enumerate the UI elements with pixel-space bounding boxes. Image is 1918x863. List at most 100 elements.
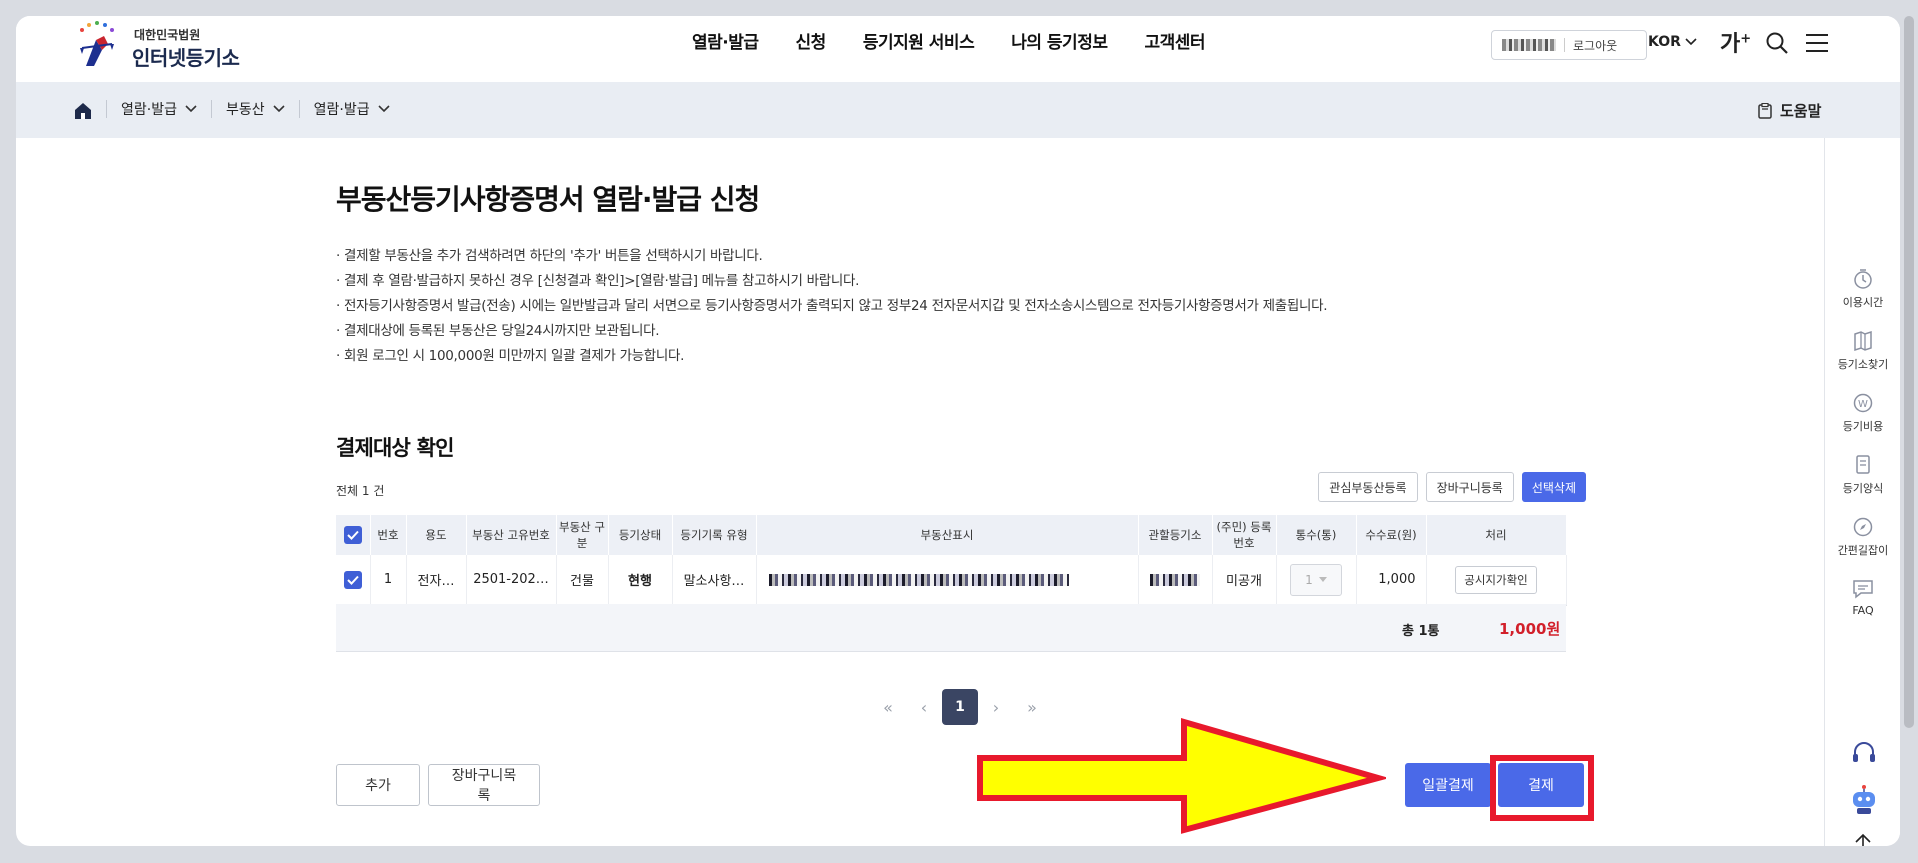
quick-item-guide[interactable]: 간편길잡이 xyxy=(1825,516,1900,558)
col-header-office: 관할등기소 xyxy=(1138,515,1213,555)
bulk-pay-button[interactable]: 일괄결제 xyxy=(1405,763,1491,807)
headset-icon[interactable] xyxy=(1851,740,1877,766)
site-logo[interactable]: 대한민국법원 인터넷등기소 xyxy=(72,18,272,74)
quick-item-hours[interactable]: 이용시간 xyxy=(1825,268,1900,310)
total-count: 전체 1 건 xyxy=(336,484,385,498)
quick-item-faq[interactable]: FAQ xyxy=(1825,578,1900,617)
cell-no: 1 xyxy=(370,555,407,606)
nav-support[interactable]: 등기지원 서비스 xyxy=(863,28,975,53)
cell-property-type: 건물 xyxy=(556,555,609,606)
cart-list-button[interactable]: 장바구니목록 xyxy=(428,764,540,806)
cell-unique-no: 2501-202… xyxy=(466,555,557,606)
select-all-checkbox[interactable] xyxy=(343,526,362,544)
delete-selected-button[interactable]: 선택삭제 xyxy=(1521,472,1586,502)
cell-action: 공시지가확인 xyxy=(1426,555,1567,606)
breadcrumb: 열람·발급 부동산 열람·발급 xyxy=(106,100,404,118)
search-icon[interactable] xyxy=(1764,30,1790,56)
quick-item-find-office[interactable]: 등기소찾기 xyxy=(1825,330,1900,372)
user-box: 로그아웃 xyxy=(1491,30,1647,60)
check-icon xyxy=(347,530,359,540)
breadcrumb-item-view-issue[interactable]: 열람·발급 xyxy=(106,100,211,118)
notice-item: · 전자등기사항증명서 발급(전송) 시에는 일반발급과 달리 서면으로 등기사… xyxy=(336,298,1328,314)
page-scrollbar[interactable] xyxy=(1904,16,1914,728)
quick-label: FAQ xyxy=(1852,604,1874,617)
nav-apply[interactable]: 신청 xyxy=(796,28,827,53)
notice-item: · 결제대상에 등록된 부동산은 당일24시까지만 보관됩니다. xyxy=(336,323,660,339)
cell-property-desc xyxy=(756,555,1139,606)
help-button[interactable]: 도움말 xyxy=(1758,100,1821,121)
chat-bubble-icon xyxy=(1853,580,1873,599)
summary-amount: 1,000원 xyxy=(1499,620,1561,638)
document-icon xyxy=(1758,102,1772,119)
check-land-price-button[interactable]: 공시지가확인 xyxy=(1455,565,1537,594)
breadcrumb-item-view-issue-2[interactable]: 열람·발급 xyxy=(298,100,404,118)
payment-target-table: 번호 용도 부동산 고유번호 부동산 구분 등기상태 등기기록 유형 부동산표시… xyxy=(336,515,1567,606)
notice-item: · 결제 후 열람·발급하지 못하신 경우 [신청결과 확인]>[열람·발급] … xyxy=(336,273,860,289)
select-all-cell xyxy=(336,515,371,555)
quick-label: 등기비용 xyxy=(1842,420,1884,433)
hamburger-menu-icon[interactable] xyxy=(1804,30,1830,56)
breadcrumb-label: 부동산 xyxy=(225,102,265,118)
chatbot-robot-icon[interactable] xyxy=(1849,784,1879,816)
cell-reg-no: 미공개 xyxy=(1212,555,1277,606)
col-header-registry-state: 등기상태 xyxy=(608,515,673,555)
quick-item-cost[interactable]: W 등기비용 xyxy=(1825,392,1900,434)
cell-qty: 1 xyxy=(1276,555,1357,606)
home-icon[interactable] xyxy=(74,102,92,120)
language-label: KOR xyxy=(1648,34,1681,50)
logo-subtitle: 대한민국법원 xyxy=(134,28,201,42)
map-book-icon xyxy=(1854,330,1872,352)
summary-count: 총 1통 xyxy=(1402,624,1440,639)
nav-view-issue[interactable]: 열람·발급 xyxy=(692,28,759,53)
add-favorite-property-button[interactable]: 관심부동산등록 xyxy=(1318,472,1418,502)
row-checkbox[interactable] xyxy=(343,570,362,589)
scroll-top-arrow-icon[interactable] xyxy=(1853,832,1873,846)
quantity-select[interactable]: 1 xyxy=(1290,563,1342,596)
col-header-reg-no: (주민) 등록번호 xyxy=(1212,515,1277,555)
won-coin-icon: W xyxy=(1853,393,1873,413)
row-select-cell xyxy=(336,555,371,606)
col-header-use: 용도 xyxy=(406,515,467,555)
compass-icon xyxy=(1853,517,1873,537)
browser-window: 대한민국법원 인터넷등기소 열람·발급 신청 등기지원 서비스 나의 등기정보 … xyxy=(16,16,1900,846)
font-size-button[interactable]: 가+ xyxy=(1720,26,1751,58)
add-to-cart-button[interactable]: 장바구니등록 xyxy=(1425,472,1514,502)
table-row: 1 전자… 2501-202… 건물 현행 말소사항… 미공개 1 1,000 … xyxy=(336,555,1567,606)
add-button[interactable]: 추가 xyxy=(336,764,420,806)
col-header-property-desc: 부동산표시 xyxy=(756,515,1139,555)
cell-fee: 1,000 xyxy=(1356,555,1427,606)
cell-registry-state: 현행 xyxy=(608,555,673,606)
chevron-down-icon xyxy=(185,105,197,113)
table-summary-row: 총 1통 1,000원 xyxy=(336,604,1566,652)
font-size-label: 가 xyxy=(1720,32,1741,57)
page-current[interactable]: 1 xyxy=(942,689,978,725)
col-header-qty: 통수(통) xyxy=(1276,515,1357,555)
main-content: 부동산등기사항증명서 열람·발급 신청 · 결제할 부동산을 추가 검색하려면 … xyxy=(336,138,1594,846)
col-header-fee: 수수료(원) xyxy=(1356,515,1427,555)
logout-button[interactable]: 로그아웃 xyxy=(1573,37,1617,54)
quick-menu: 이용시간 등기소찾기 W 등기비용 등기양식 간편길잡이 FAQ xyxy=(1824,138,1900,846)
form-document-icon xyxy=(1856,455,1870,474)
page-first-button[interactable]: « xyxy=(870,689,906,725)
pay-button[interactable]: 결제 xyxy=(1498,763,1584,807)
masked-office xyxy=(1150,573,1200,586)
col-header-unique-no: 부동산 고유번호 xyxy=(466,515,557,555)
chevron-down-icon xyxy=(378,105,390,113)
notice-item: · 회원 로그인 시 100,000원 미만까지 일괄 결제가 가능합니다. xyxy=(336,348,685,364)
chevron-down-icon xyxy=(273,105,285,113)
quick-label: 등기소찾기 xyxy=(1837,358,1889,371)
quick-item-forms[interactable]: 등기양식 xyxy=(1825,454,1900,496)
col-header-no: 번호 xyxy=(370,515,407,555)
col-header-action: 처리 xyxy=(1426,515,1567,555)
chevron-down-icon xyxy=(1685,38,1697,46)
language-selector[interactable]: KOR xyxy=(1648,34,1697,50)
site-header: 대한민국법원 인터넷등기소 열람·발급 신청 등기지원 서비스 나의 등기정보 … xyxy=(16,16,1900,82)
breadcrumb-item-real-estate[interactable]: 부동산 xyxy=(210,100,299,118)
nav-my-info[interactable]: 나의 등기정보 xyxy=(1011,28,1108,53)
cell-office xyxy=(1138,555,1213,606)
notice-item: · 결제할 부동산을 추가 검색하려면 하단의 '추가' 버튼을 선택하시기 바… xyxy=(336,248,763,264)
nav-customer-center[interactable]: 고객센터 xyxy=(1144,28,1205,53)
font-size-plus: + xyxy=(1740,31,1752,47)
page-prev-button[interactable]: ‹ xyxy=(906,689,942,725)
help-label: 도움말 xyxy=(1780,102,1822,120)
